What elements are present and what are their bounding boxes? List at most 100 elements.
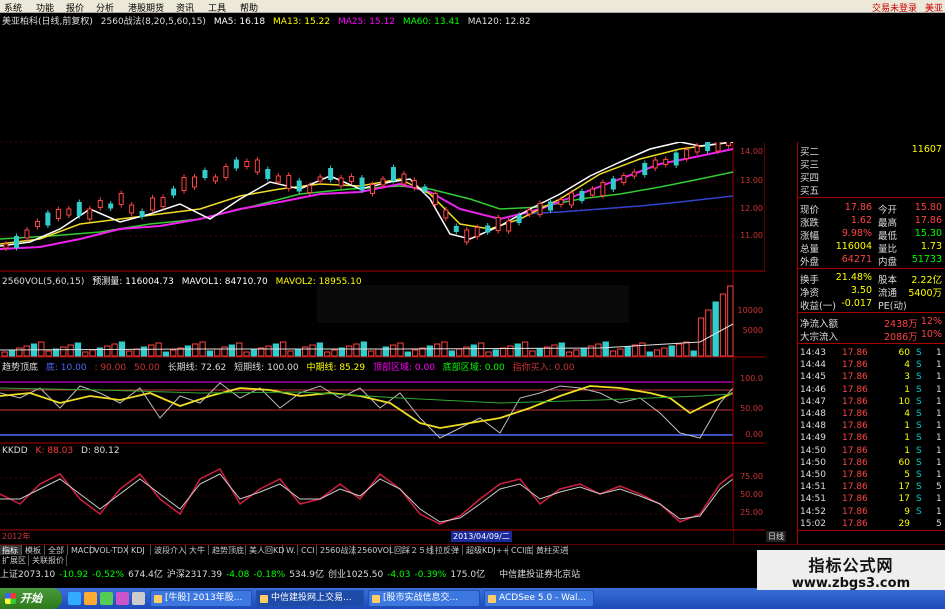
vol-tick-5000: 5000 xyxy=(742,326,763,335)
volume-bar xyxy=(250,349,258,357)
volume-bar xyxy=(324,351,331,357)
tick-price: 17.86 xyxy=(842,348,868,358)
volume-bar xyxy=(140,346,148,357)
tick-count: 1 xyxy=(936,360,942,371)
tab-related-quote[interactable]: 关联报价 xyxy=(30,555,67,566)
tick-time: 14:49 xyxy=(800,433,826,444)
trade-login-status[interactable]: 交易未登录 xyxy=(872,1,917,14)
volume-bar xyxy=(492,349,499,357)
flow-row: 净流入额 2438万 12% xyxy=(800,316,942,330)
volume-bar xyxy=(499,347,507,357)
tick-time: 14:46 xyxy=(800,384,826,395)
tick-side: S xyxy=(916,506,922,517)
windows-logo-icon xyxy=(5,593,16,604)
menu-quote[interactable]: 报价 xyxy=(66,1,84,14)
candle-body xyxy=(66,208,72,216)
tab-extended[interactable]: 扩展区 xyxy=(0,555,29,566)
tick-volume: 9 xyxy=(904,506,910,517)
tick-volume: 17 xyxy=(898,482,910,493)
candle-body xyxy=(275,175,281,183)
volume-bar xyxy=(719,293,727,357)
tick-time: 14:50 xyxy=(800,445,826,456)
candle-body xyxy=(464,229,470,243)
candle-body xyxy=(233,159,239,169)
menu-system[interactable]: 系统 xyxy=(4,1,22,14)
volume-plot xyxy=(0,272,765,358)
menu-help[interactable]: 帮助 xyxy=(240,1,258,14)
volume-bar xyxy=(206,350,214,357)
taskbar-button-stock[interactable]: [牛股] 2013年股... xyxy=(150,590,252,607)
menu-tools[interactable]: 工具 xyxy=(208,1,226,14)
volume-bar xyxy=(148,344,155,357)
volume-bar xyxy=(470,344,477,357)
volume-bar xyxy=(302,346,309,357)
candle-body xyxy=(317,176,323,182)
volume-bar xyxy=(331,349,338,357)
candle-body xyxy=(24,229,30,239)
menu-news[interactable]: 资讯 xyxy=(176,1,194,14)
quicklaunch-icon[interactable] xyxy=(116,592,129,605)
candle-body xyxy=(171,188,177,196)
status-item: -4.03 xyxy=(387,570,411,580)
candle-body xyxy=(600,182,606,196)
trend-panel[interactable]: 趋势顶底 底: 10.00 : 90.00 50.00 长期线: 72.62 短… xyxy=(0,358,765,444)
folder-icon[interactable] xyxy=(84,592,97,605)
tick-side: S xyxy=(916,409,922,419)
start-button[interactable]: 开始 xyxy=(0,588,62,609)
candle-body xyxy=(307,185,313,193)
tick-price: 17.86 xyxy=(842,470,868,480)
volume-bar xyxy=(294,348,302,357)
volume-bar xyxy=(485,351,492,357)
stat-row: 外盘 64271 内盘 51733 xyxy=(800,254,942,268)
candle-body xyxy=(516,215,522,223)
quicklaunch-icon[interactable] xyxy=(132,592,145,605)
tick-volume: 17 xyxy=(898,494,910,505)
tick-time: 14:47 xyxy=(800,396,826,407)
taskbar-button-trade[interactable]: 中信建投网上交易... xyxy=(256,590,364,607)
tick-side: S xyxy=(916,372,922,383)
taskbar-button-acdsee[interactable]: ACDSee 5.0 - Wal... xyxy=(484,590,594,607)
vol-tick-10000: 10000 xyxy=(737,306,763,315)
tick-count: 1 xyxy=(936,457,942,468)
trend-tick-0: 0.00 xyxy=(745,430,763,439)
quicklaunch-icon[interactable] xyxy=(100,592,113,605)
kkdd-tick-50: 50.00 xyxy=(740,490,763,499)
volume-bar xyxy=(353,343,360,357)
tick-count: 1 xyxy=(936,384,942,395)
tick-count: 1 xyxy=(936,494,942,505)
ie-icon[interactable] xyxy=(68,592,81,605)
tick-row: 14:50 17.86 5 S 1 xyxy=(800,470,944,481)
candle-body xyxy=(87,208,93,220)
volume-bar xyxy=(477,342,485,357)
tick-row: 14:46 17.86 1 S 1 xyxy=(800,385,944,396)
tick-row: 14:51 17.86 17 S 1 xyxy=(800,494,944,505)
status-item: 上证2073.10 xyxy=(0,570,56,580)
volume-panel[interactable]: 2560VOL(5,60,15) 预测量: 116004.73 MAVOL1: … xyxy=(0,272,765,358)
period-tab[interactable]: 日线 xyxy=(766,531,786,542)
candle-body xyxy=(390,167,396,181)
menu-hk-futures[interactable]: 港股期货 xyxy=(128,1,164,14)
status-item: 534.9亿 xyxy=(289,570,324,580)
candle-body xyxy=(13,236,19,248)
stat-row: 收益(一) -0.017 PE(动) xyxy=(800,298,907,312)
candle-body xyxy=(631,171,637,177)
candle-body xyxy=(558,199,564,205)
kkdd-tick-25: 25.00 xyxy=(740,508,763,517)
volume-bar xyxy=(514,343,521,357)
tick-time: 15:02 xyxy=(800,518,826,529)
volume-bar xyxy=(426,345,433,357)
candle-body xyxy=(673,152,679,166)
volume-bar xyxy=(595,343,602,357)
status-item: -10.92 xyxy=(59,570,89,580)
volume-bar xyxy=(126,350,133,357)
volume-bar xyxy=(617,348,624,357)
menu-function[interactable]: 功能 xyxy=(36,1,54,14)
status-item: -0.39% xyxy=(414,570,447,580)
taskbar-button-forum[interactable]: [股市实战信息交... xyxy=(368,590,480,607)
candle-body xyxy=(401,173,407,185)
tick-row: 14:48 17.86 4 S 1 xyxy=(800,409,944,420)
tick-side: S xyxy=(916,482,922,493)
kkdd-panel[interactable]: KKDD K: 88.03 D: 80.12 75.00 50.00 25.00… xyxy=(0,444,765,544)
menu-analysis[interactable]: 分析 xyxy=(96,1,114,14)
bid-row: 买五 xyxy=(800,186,820,197)
